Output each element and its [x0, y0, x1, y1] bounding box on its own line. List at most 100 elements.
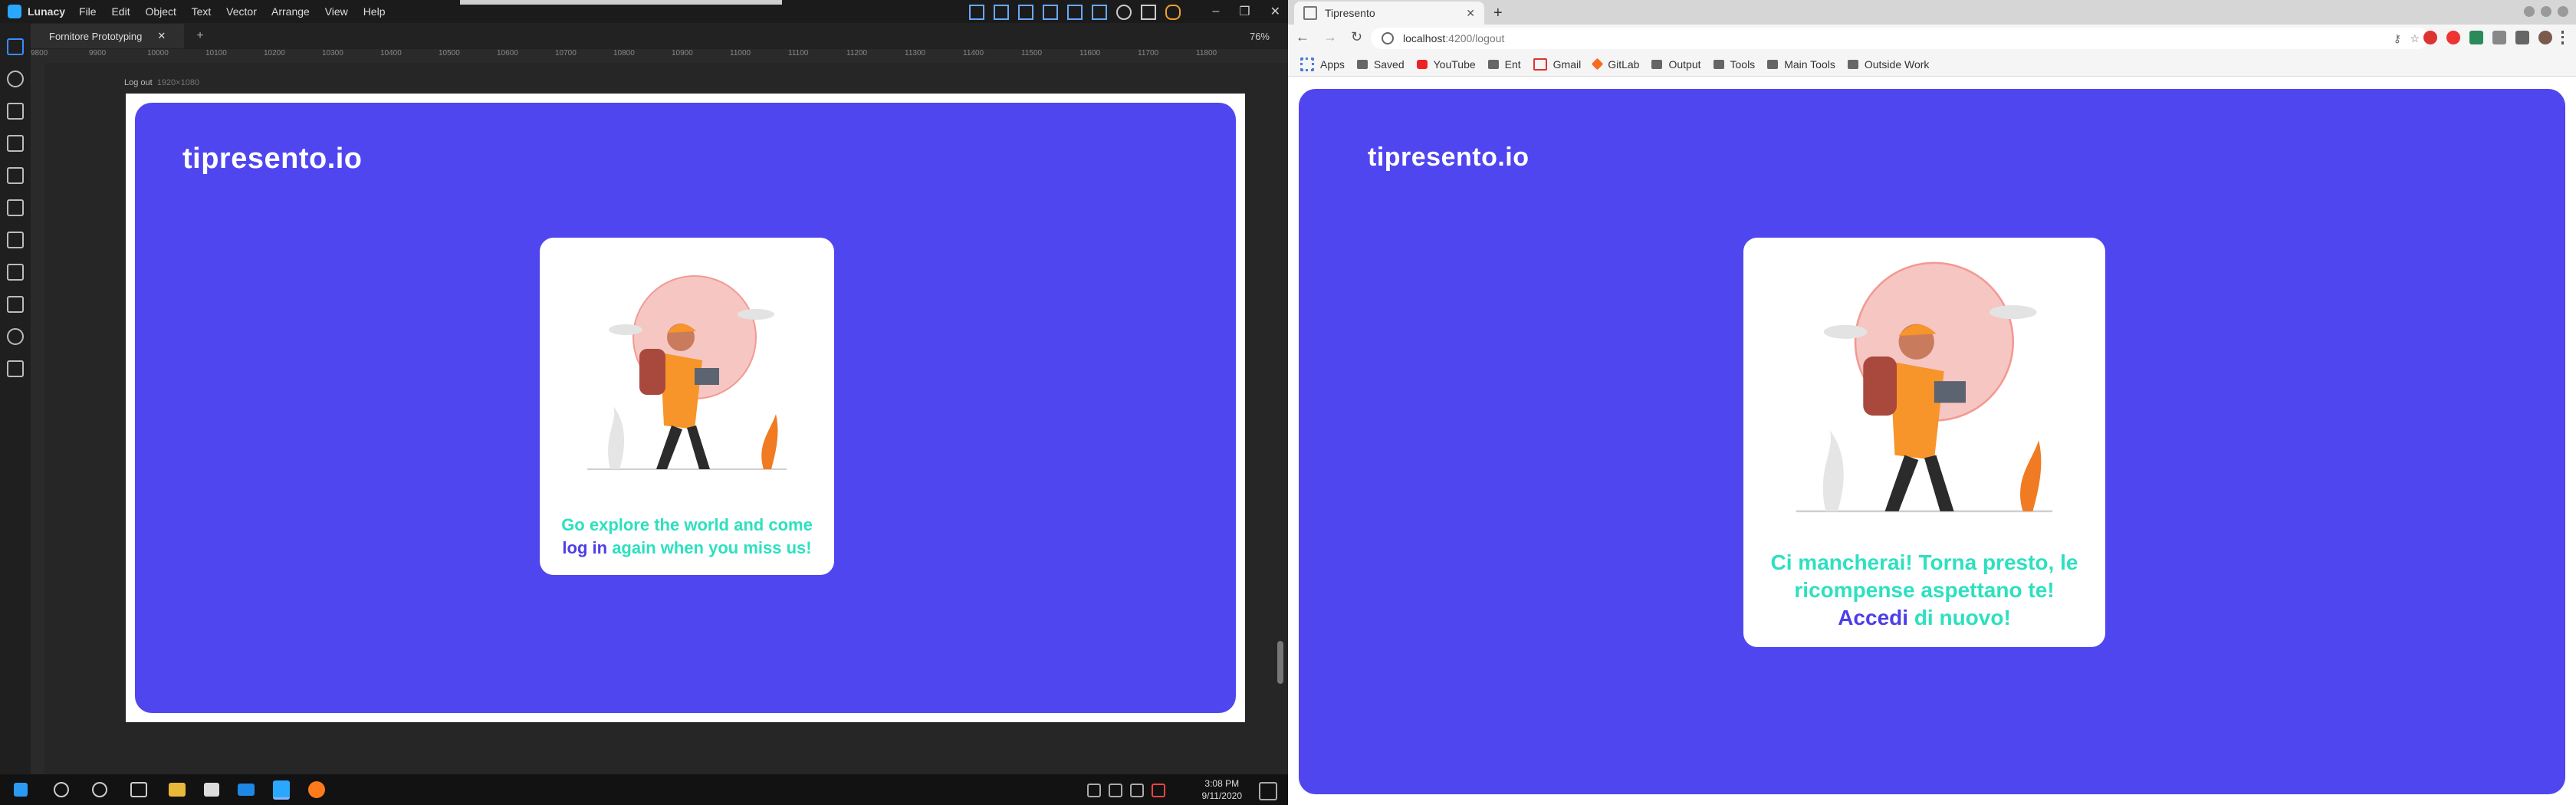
browser-tab[interactable]: Tipresento ✕: [1294, 2, 1484, 25]
firefox-icon[interactable]: [308, 781, 325, 798]
grid-tool-icon[interactable]: [7, 360, 24, 377]
tray-antivirus-icon[interactable]: [1152, 784, 1165, 797]
hotspot-tool-icon[interactable]: [7, 296, 24, 313]
forward-icon[interactable]: →: [1323, 29, 1337, 45]
grid-icon[interactable]: [994, 5, 1009, 20]
new-tab-icon[interactable]: +: [1493, 5, 1503, 22]
tray-chevron-icon[interactable]: [1087, 784, 1101, 797]
canvas-scrollbar[interactable]: [1277, 641, 1283, 684]
url-path: :4200/logout: [1445, 32, 1505, 44]
browser-close-icon[interactable]: [2558, 6, 2568, 17]
task-view-icon[interactable]: [130, 782, 147, 797]
bookmark-star-icon[interactable]: ☆: [2410, 32, 2420, 45]
url-host: localhost: [1403, 32, 1446, 44]
bookmark-label: Tools: [1730, 58, 1756, 71]
system-tray: [1087, 784, 1165, 797]
notification-center-icon[interactable]: [1259, 782, 1277, 800]
taskbar-clock[interactable]: 3:08 PM 9/11/2020: [1202, 777, 1243, 802]
artboard-name: Log out: [124, 78, 153, 87]
boolean-icon[interactable]: [1043, 5, 1058, 20]
bookmark-gitlab[interactable]: GitLab: [1591, 58, 1639, 71]
add-tab-icon[interactable]: +: [196, 29, 203, 43]
artboard-logout[interactable]: tipresento.io Go explore the world and c…: [126, 94, 1245, 722]
menu-text[interactable]: Text: [192, 5, 212, 18]
image-icon[interactable]: [1067, 5, 1083, 20]
page-brand-logo[interactable]: tipresento.io: [1368, 143, 1530, 172]
design-brand-logo: tipresento.io: [182, 143, 363, 175]
store-icon[interactable]: [204, 783, 219, 797]
menu-help[interactable]: Help: [363, 5, 386, 18]
cloud-icon[interactable]: [1165, 5, 1181, 20]
search-icon[interactable]: [54, 782, 69, 797]
sync-tool-icon[interactable]: [7, 328, 24, 345]
key-icon[interactable]: ⚷: [2394, 32, 2401, 45]
puzzle-icon[interactable]: [2515, 31, 2529, 44]
close-icon[interactable]: ✕: [1270, 4, 1280, 19]
text-tool-icon[interactable]: [7, 135, 24, 152]
file-explorer-icon[interactable]: [169, 783, 186, 797]
menu-object[interactable]: Object: [145, 5, 176, 18]
tray-network-icon[interactable]: [1109, 784, 1122, 797]
zoom-level[interactable]: 76%: [1250, 31, 1270, 42]
login-link[interactable]: Accedi: [1838, 606, 1908, 629]
mail-icon[interactable]: [238, 784, 255, 796]
bookmark-ent[interactable]: Ent: [1487, 58, 1521, 71]
browser-toolbar: ← → ↻ localhost:4200/logout ⚷ ☆: [1288, 25, 2576, 52]
rectangle-tool-icon[interactable]: [7, 167, 24, 184]
address-bar[interactable]: localhost:4200/logout ⚷ ☆: [1371, 28, 2429, 49]
image-tool-icon[interactable]: [7, 232, 24, 248]
bookmark-apps[interactable]: Apps: [1300, 57, 1345, 71]
menu-edit[interactable]: Edit: [111, 5, 130, 18]
adblock-icon[interactable]: [2423, 31, 2437, 44]
bookmark-main-tools[interactable]: Main Tools: [1767, 58, 1835, 71]
site-info-icon[interactable]: [1382, 32, 1394, 44]
menu-vector[interactable]: Vector: [226, 5, 257, 18]
mask-icon[interactable]: [1018, 5, 1033, 20]
component-tool-icon[interactable]: [7, 264, 24, 281]
browser-maximize-icon[interactable]: [2541, 6, 2551, 17]
tab-document-label: Fornitore Prototyping: [49, 30, 143, 42]
reload-icon[interactable]: ↻: [1351, 29, 1362, 45]
menu-dots-icon[interactable]: [2561, 31, 2567, 44]
bookmark-gmail[interactable]: Gmail: [1533, 58, 1581, 71]
notification-icon[interactable]: [1141, 5, 1156, 20]
extension-green-icon[interactable]: [2469, 31, 2483, 44]
align-icon[interactable]: [969, 5, 984, 20]
tab-close-icon[interactable]: ✕: [157, 30, 166, 42]
restore-icon[interactable]: ❐: [1239, 4, 1250, 19]
shape-tool-icon[interactable]: [7, 199, 24, 216]
minimize-icon[interactable]: –: [1212, 5, 1219, 18]
artboard-label[interactable]: Log out 1920×1080: [124, 78, 199, 87]
menu-arrange[interactable]: Arrange: [271, 5, 310, 18]
menu-view[interactable]: View: [325, 5, 348, 18]
tab-close-icon[interactable]: ✕: [1466, 7, 1475, 20]
browser-minimize-icon[interactable]: [2524, 6, 2535, 17]
nav-buttons: ← → ↻: [1296, 29, 1362, 45]
cortana-icon[interactable]: [92, 782, 107, 797]
lunacy-taskbar-icon[interactable]: [273, 780, 290, 800]
pen-tool-icon[interactable]: [7, 103, 24, 120]
theme-moon-icon[interactable]: [1116, 5, 1132, 20]
bookmark-saved[interactable]: Saved: [1356, 58, 1405, 71]
title-search-bar[interactable]: [460, 0, 782, 5]
ruler-tick-label: 11000: [730, 49, 751, 58]
bookmark-output[interactable]: Output: [1651, 58, 1701, 71]
bookmark-tools[interactable]: Tools: [1713, 58, 1756, 71]
tray-volume-icon[interactable]: [1130, 784, 1144, 797]
profile-avatar-icon[interactable]: [2538, 31, 2552, 44]
opera-icon[interactable]: [2446, 31, 2460, 44]
back-icon[interactable]: ←: [1296, 29, 1309, 45]
tab-document[interactable]: Fornitore Prototyping ✕: [31, 24, 185, 48]
select-tool-icon[interactable]: [7, 38, 24, 55]
page-content: tipresento.io Ci mancherai! Torna presto…: [1288, 77, 2576, 805]
eyedropper-icon[interactable]: [2492, 31, 2506, 44]
bookmark-outside-work[interactable]: Outside Work: [1847, 58, 1929, 71]
menu-file[interactable]: File: [79, 5, 97, 18]
ruler-horizontal: 9800 9900 10000 10100 10200 10300 10400 10500 10…: [31, 49, 1288, 63]
layout-icon[interactable]: [1092, 5, 1107, 20]
extensions: [2423, 31, 2567, 44]
bookmark-youtube[interactable]: YouTube: [1416, 58, 1476, 71]
zoom-tool-icon[interactable]: [7, 71, 24, 87]
windows-start-icon[interactable]: [14, 783, 28, 797]
folder-icon: [1767, 59, 1779, 69]
